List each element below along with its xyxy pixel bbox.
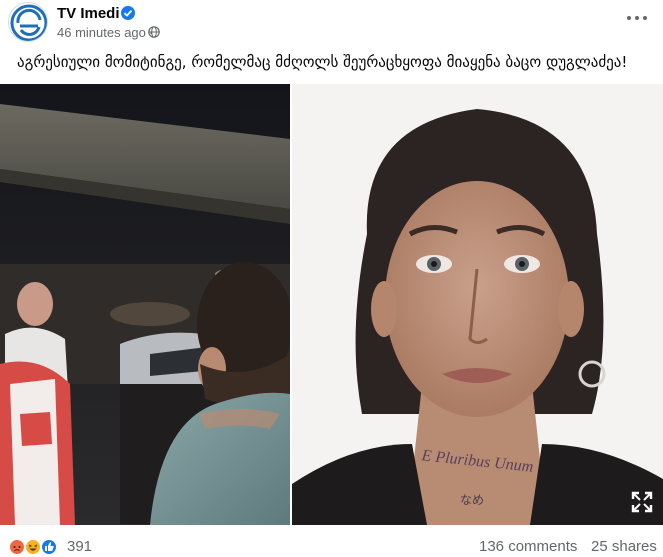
night-street-scene (0, 84, 290, 525)
neck-tattoo-glyphs: なめ (460, 493, 484, 507)
page-name[interactable]: TV Imedi (57, 5, 120, 23)
expand-icon[interactable] (630, 490, 654, 514)
facebook-post: TV Imedi 46 minutes ago· აგრესიული მომიტ… (0, 0, 663, 557)
video-still-left[interactable] (0, 84, 290, 525)
more-horizontal-icon[interactable] (626, 8, 648, 28)
post-meta: 46 minutes ago· (57, 25, 156, 41)
post-timestamp[interactable]: 46 minutes ago (57, 25, 146, 40)
angry-icon (8, 538, 26, 556)
page-avatar[interactable] (8, 2, 48, 42)
haha-icon (24, 538, 42, 556)
woman-portrait: E Pluribus Unum なめ (292, 84, 663, 525)
shares-count[interactable]: 25 shares (591, 538, 657, 556)
imedi-logo-icon (10, 4, 47, 41)
reaction-count[interactable]: 391 (67, 538, 92, 556)
post-media[interactable]: E Pluribus Unum なめ (0, 84, 663, 525)
verified-badge-icon (121, 6, 135, 20)
like-icon (40, 538, 58, 556)
post-caption: აგრესიული მომიტინგე, რომელმაც მძღოლს შეუ… (17, 53, 628, 71)
portrait-photo-right[interactable]: E Pluribus Unum なめ (292, 84, 663, 525)
comments-count[interactable]: 136 comments (479, 538, 577, 556)
globe-icon (148, 26, 160, 38)
